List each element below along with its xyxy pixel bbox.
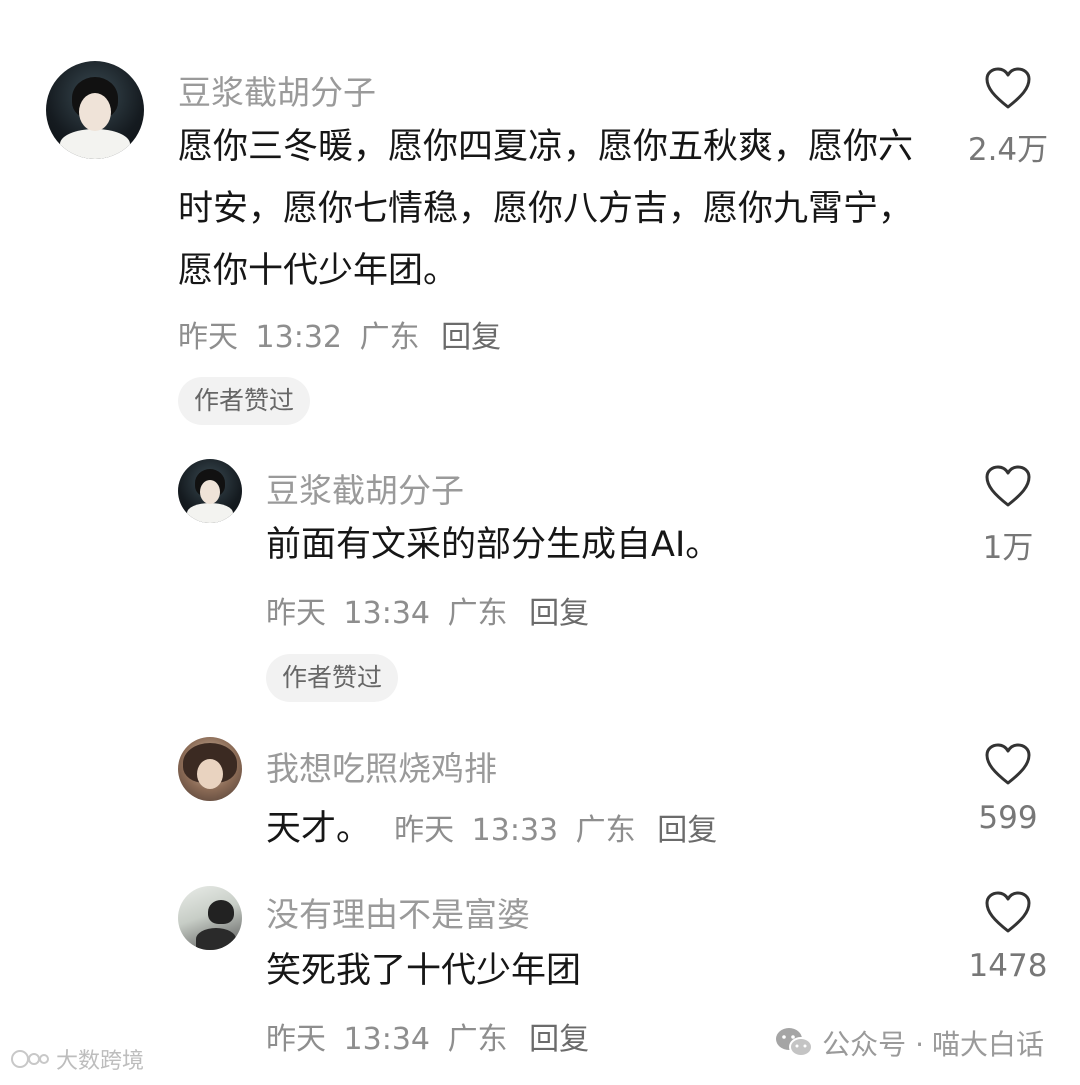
comment-date: 昨天 (266, 1022, 326, 1057)
logo-icon (11, 1050, 49, 1068)
heart-outline-icon[interactable] (984, 890, 1032, 934)
comment-text: 前面有文采的部分生成自AI。 (266, 525, 721, 565)
like-count: 599 (978, 800, 1038, 836)
like-button[interactable]: 2.4万 (948, 66, 1068, 169)
username[interactable]: 我想吃照烧鸡排 (266, 742, 497, 790)
reply-button[interactable]: 回复 (441, 320, 501, 355)
heart-outline-icon[interactable] (984, 66, 1032, 110)
like-count: 2.4万 (967, 132, 1049, 168)
avatar[interactable] (178, 737, 242, 801)
comment-time: 13:34 (343, 1022, 431, 1057)
comment-location: 广东 (447, 1022, 508, 1057)
watermark-right: 公众号 · 喵大白话 (774, 1023, 1044, 1063)
watermark-left: 大数跨境 (10, 1043, 144, 1075)
like-count: 1478 (968, 948, 1048, 984)
comment-row: 天才。 昨天 13:33 广东 回复 (266, 800, 717, 851)
like-button[interactable]: 1478 (948, 890, 1068, 984)
reply-button[interactable]: 回复 (529, 596, 589, 631)
comment-meta: 昨天 13:32 广东 回复 (178, 312, 501, 356)
comment-date: 昨天 (178, 320, 238, 355)
like-button[interactable]: 1万 (948, 464, 1068, 567)
author-liked-badge: 作者赞过 (178, 377, 311, 425)
author-liked-badge: 作者赞过 (266, 654, 399, 702)
comment-time: 13:32 (255, 320, 343, 355)
comment-meta: 昨天 13:34 广东 回复 (266, 1014, 589, 1058)
comment-meta: 昨天 13:34 广东 回复 (266, 588, 589, 632)
avatar[interactable] (178, 886, 242, 950)
comment-location: 广东 (447, 596, 508, 631)
comment-text: 笑死我了十代少年团 (266, 951, 582, 991)
comment-time: 13:34 (343, 596, 431, 631)
watermark-right-prefix: 公众号 · (822, 1028, 924, 1061)
comment-time: 13:33 (471, 813, 559, 848)
wechat-icon (776, 1028, 814, 1057)
comment-meta: 昨天 13:33 广东 回复 (394, 813, 717, 848)
username[interactable]: 没有理由不是富婆 (266, 888, 530, 936)
comment-date: 昨天 (266, 596, 326, 631)
comment-location: 广东 (359, 320, 420, 355)
watermark-right-name: 喵大白话 (931, 1028, 1044, 1061)
reply-button[interactable]: 回复 (529, 1022, 589, 1057)
comment-text: 天才。 (266, 809, 372, 849)
username[interactable]: 豆浆截胡分子 (266, 464, 464, 512)
comment-location: 广东 (575, 813, 636, 848)
comment-date: 昨天 (394, 813, 455, 848)
heart-outline-icon[interactable] (984, 742, 1032, 786)
username[interactable]: 豆浆截胡分子 (178, 66, 376, 114)
avatar[interactable] (46, 61, 144, 159)
like-button[interactable]: 599 (948, 742, 1068, 836)
comment-text: 愿你三冬暖，愿你四夏凉，愿你五秋爽，愿你六时安，愿你七情稳，愿你八方吉，愿你九霄… (178, 127, 914, 291)
avatar[interactable] (178, 459, 242, 523)
watermark-left-text: 大数跨境 (56, 1049, 145, 1074)
heart-outline-icon[interactable] (984, 464, 1032, 508)
like-count: 1万 (982, 530, 1034, 566)
reply-button[interactable]: 回复 (657, 813, 717, 848)
